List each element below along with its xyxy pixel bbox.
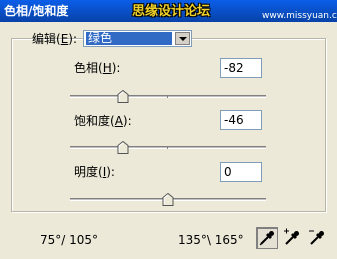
watermark-text: 思缘设计论坛 (132, 4, 211, 19)
lightness-slider-thumb[interactable] (162, 193, 174, 206)
chevron-down-icon[interactable] (175, 32, 190, 45)
edit-select[interactable]: 绿色 (83, 30, 192, 47)
eyedropper-add-button[interactable] (281, 227, 303, 249)
eyedropper-subtract-button[interactable] (306, 227, 328, 249)
hue-input[interactable]: -82 (220, 58, 262, 78)
lightness-label: 明度(I): (74, 165, 115, 179)
adjustment-group (11, 38, 326, 212)
eyedropper-icon (257, 228, 277, 248)
saturation-slider-thumb[interactable] (117, 141, 129, 154)
eyedropper-plus-icon (281, 227, 303, 249)
watermark-site: www.missyuan.com (262, 11, 337, 21)
eyedropper-minus-icon (306, 227, 328, 249)
range-left-label: 75°/ 105° (40, 233, 99, 247)
edit-label: 编辑(E): (32, 32, 78, 46)
hue-label: 色相(H): (74, 61, 121, 75)
edit-select-value: 绿色 (86, 32, 172, 45)
hue-slider-thumb[interactable] (117, 90, 129, 103)
eyedropper-button[interactable] (256, 227, 278, 249)
saturation-input[interactable]: -46 (220, 110, 262, 130)
hue-slider-track[interactable] (70, 95, 266, 98)
saturation-center-tick (167, 146, 168, 149)
lightness-input[interactable]: 0 (220, 162, 262, 182)
range-right-label: 135°\ 165° (178, 233, 244, 247)
hue-center-tick (167, 95, 168, 98)
window-title: 色相/饱和度 (4, 4, 69, 18)
saturation-slider-track[interactable] (70, 146, 266, 149)
saturation-label: 饱和度(A): (74, 114, 132, 128)
